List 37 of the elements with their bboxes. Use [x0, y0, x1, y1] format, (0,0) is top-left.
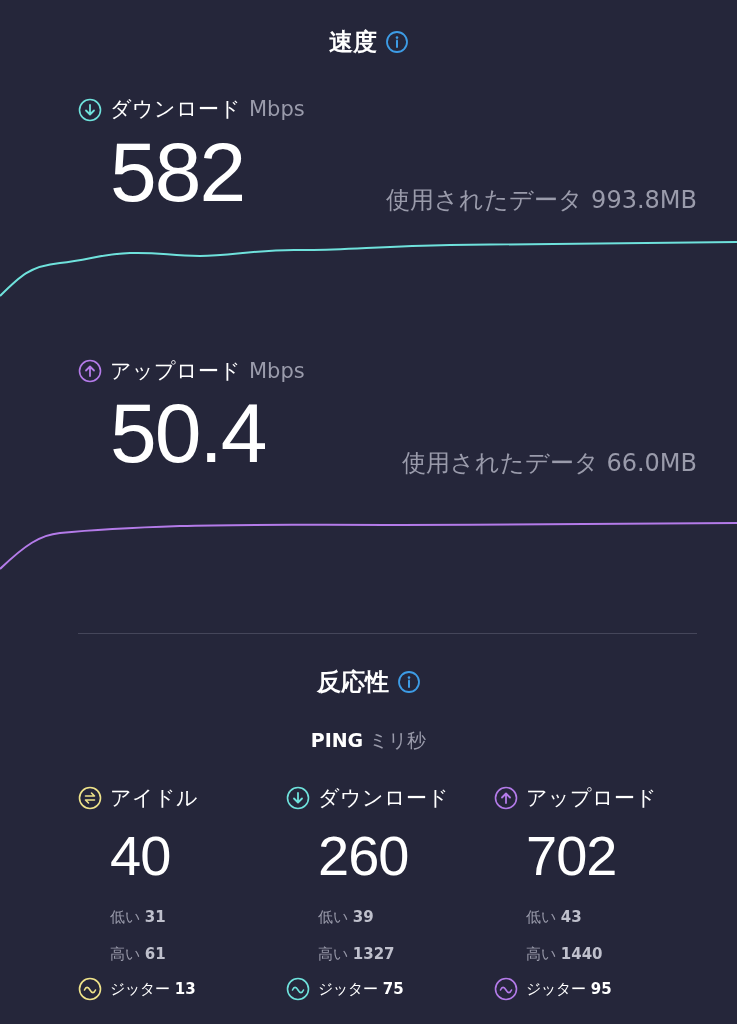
metric-label: アップロード — [110, 357, 241, 385]
download-icon — [78, 97, 102, 122]
info-icon[interactable] — [396, 670, 421, 694]
low-value: 低い 39 — [317, 907, 375, 928]
ping-value: 40 — [109, 828, 172, 884]
ping-category-label: アイドル — [110, 784, 198, 812]
ping-category-label: アップロード — [526, 784, 657, 812]
wave-icon — [78, 977, 102, 1001]
idle-icon — [78, 786, 102, 811]
info-icon[interactable] — [384, 30, 409, 54]
ping-category-label: ダウンロード — [318, 784, 449, 812]
ping-value: 260 — [317, 828, 410, 884]
section-title: 速度 — [328, 27, 377, 58]
upload-icon — [494, 786, 518, 811]
high-value: 高い 61 — [109, 943, 167, 965]
ping-unit: ミリ秒 — [369, 729, 427, 751]
data-used-text: 使用されたデータ 993.8MB — [386, 184, 698, 216]
unit-label: Mbps — [249, 96, 305, 123]
speed-value: 50.4 — [109, 391, 266, 475]
section-title: 反応性 — [316, 667, 389, 698]
data-used-text: 使用されたデータ 66.0MB — [401, 448, 698, 479]
download-icon — [286, 786, 310, 811]
speed-value: 582 — [109, 129, 245, 214]
high-value: 高い 1440 — [525, 943, 604, 965]
metric-label: ダウンロード — [110, 96, 241, 123]
jitter-value: ジッター 13 — [110, 978, 196, 1000]
jitter-value: ジッター 75 — [318, 978, 404, 1000]
low-value: 低い 31 — [109, 907, 167, 928]
wave-icon — [286, 977, 310, 1001]
wave-icon — [494, 977, 518, 1001]
ping-value: 702 — [525, 828, 618, 884]
high-value: 高い 1327 — [317, 943, 396, 965]
unit-label: Mbps — [249, 357, 305, 385]
low-value: 低い 43 — [525, 907, 583, 928]
jitter-value: ジッター 95 — [526, 978, 612, 1000]
ping-label: PING — [310, 729, 364, 751]
upload-icon — [78, 359, 102, 384]
